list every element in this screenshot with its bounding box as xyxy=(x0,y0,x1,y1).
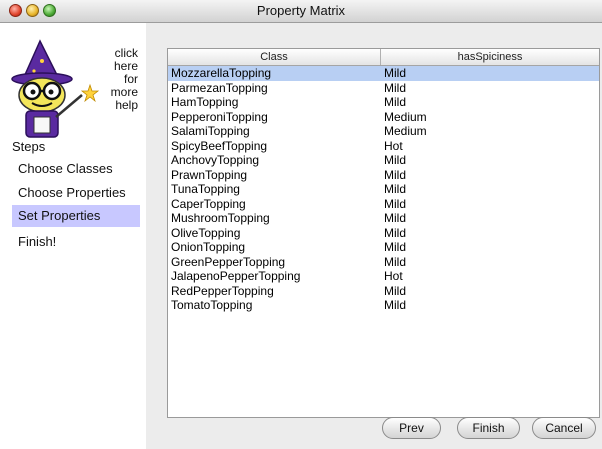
table-row[interactable]: MozzarellaTopping Mild xyxy=(168,66,599,81)
hasspiciness-cell[interactable]: Hot xyxy=(384,269,403,284)
property-matrix-window: Property Matrix click here for more help xyxy=(0,0,602,449)
step-set-properties[interactable]: Set Properties xyxy=(12,205,140,227)
class-cell[interactable]: PepperoniTopping xyxy=(171,110,268,125)
class-cell[interactable]: OliveTopping xyxy=(171,226,240,241)
hasspiciness-cell[interactable]: Mild xyxy=(384,226,406,241)
table-row[interactable]: AnchovyTopping Mild xyxy=(168,153,599,168)
step-finish[interactable]: Finish! xyxy=(12,231,140,253)
table-row[interactable]: TomatoTopping Mild xyxy=(168,298,599,313)
hasspiciness-cell[interactable]: Mild xyxy=(384,153,406,168)
window-title: Property Matrix xyxy=(256,3,346,18)
hasspiciness-cell[interactable]: Medium xyxy=(384,124,427,139)
hasspiciness-cell[interactable]: Mild xyxy=(384,95,406,110)
table-row[interactable]: HamTopping Mild xyxy=(168,95,599,110)
wizard-help-icon[interactable] xyxy=(4,37,108,141)
class-cell[interactable]: MozzarellaTopping xyxy=(171,66,271,81)
hasspiciness-cell[interactable]: Mild xyxy=(384,298,406,313)
class-cell[interactable]: JalapenoPepperTopping xyxy=(171,269,300,284)
hasspiciness-cell[interactable]: Mild xyxy=(384,197,406,212)
table-row[interactable]: OnionTopping Mild xyxy=(168,240,599,255)
finish-button[interactable]: Finish xyxy=(457,417,520,439)
hasspiciness-cell[interactable]: Mild xyxy=(384,168,406,183)
hasspiciness-cell[interactable]: Hot xyxy=(384,139,403,154)
table-row[interactable]: OliveTopping Mild xyxy=(168,226,599,241)
hasspiciness-cell[interactable]: Mild xyxy=(384,255,406,270)
class-cell[interactable]: MushroomTopping xyxy=(171,211,270,226)
table-row[interactable]: TunaTopping Mild xyxy=(168,182,599,197)
table-row[interactable]: ParmezanTopping Mild xyxy=(168,81,599,96)
class-cell[interactable]: AnchovyTopping xyxy=(171,153,259,168)
step-choose-classes[interactable]: Choose Classes xyxy=(12,158,140,180)
class-cell[interactable]: TomatoTopping xyxy=(171,298,252,313)
table-row[interactable]: SpicyBeefTopping Hot xyxy=(168,139,599,154)
class-cell[interactable]: PrawnTopping xyxy=(171,168,247,183)
table-row[interactable]: CaperTopping Mild xyxy=(168,197,599,212)
column-header-class[interactable]: Class xyxy=(168,49,381,65)
steps-heading: Steps xyxy=(12,139,46,154)
class-cell[interactable]: HamTopping xyxy=(171,95,238,110)
class-cell[interactable]: GreenPepperTopping xyxy=(171,255,285,270)
hasspiciness-cell[interactable]: Mild xyxy=(384,182,406,197)
main-panel: Class hasSpiciness MozzarellaTopping Mild… xyxy=(146,23,602,449)
table-body: MozzarellaTopping Mild ParmezanTopping Mild… xyxy=(168,66,599,313)
help-link[interactable]: click here for more help xyxy=(108,47,138,112)
class-cell[interactable]: CaperTopping xyxy=(171,197,246,212)
class-cell[interactable]: SalamiTopping xyxy=(171,124,250,139)
step-choose-properties[interactable]: Choose Properties xyxy=(12,182,140,204)
class-cell[interactable]: ParmezanTopping xyxy=(171,81,268,96)
hasspiciness-cell[interactable]: Mild xyxy=(384,284,406,299)
class-cell[interactable]: RedPepperTopping xyxy=(171,284,274,299)
hasspiciness-cell[interactable]: Mild xyxy=(384,81,406,96)
table-row[interactable]: GreenPepperTopping Mild xyxy=(168,255,599,270)
table-header: Class hasSpiciness xyxy=(168,49,599,66)
hasspiciness-cell[interactable]: Mild xyxy=(384,211,406,226)
table-row[interactable]: RedPepperTopping Mild xyxy=(168,284,599,299)
table-row[interactable]: PepperoniTopping Medium xyxy=(168,110,599,125)
cancel-button[interactable]: Cancel xyxy=(532,417,596,439)
table-row[interactable]: JalapenoPepperTopping Hot xyxy=(168,269,599,284)
class-cell[interactable]: OnionTopping xyxy=(171,240,245,255)
class-cell[interactable]: TunaTopping xyxy=(171,182,240,197)
table-row[interactable]: SalamiTopping Medium xyxy=(168,124,599,139)
table-row[interactable]: MushroomTopping Mild xyxy=(168,211,599,226)
wizard-sidebar: click here for more help Steps Choose Cl… xyxy=(0,23,146,449)
title-bar: Property Matrix xyxy=(0,0,602,23)
class-cell[interactable]: SpicyBeefTopping xyxy=(171,139,267,154)
prev-button[interactable]: Prev xyxy=(382,417,441,439)
property-matrix-table[interactable]: Class hasSpiciness MozzarellaTopping Mild… xyxy=(167,48,600,418)
table-row[interactable]: PrawnTopping Mild xyxy=(168,168,599,183)
hasspiciness-cell[interactable]: Mild xyxy=(384,240,406,255)
hasspiciness-cell[interactable]: Medium xyxy=(384,110,427,125)
hasspiciness-cell[interactable]: Mild xyxy=(384,66,406,81)
column-header-hasspiciness[interactable]: hasSpiciness xyxy=(381,49,599,65)
help-line: help xyxy=(115,98,138,112)
